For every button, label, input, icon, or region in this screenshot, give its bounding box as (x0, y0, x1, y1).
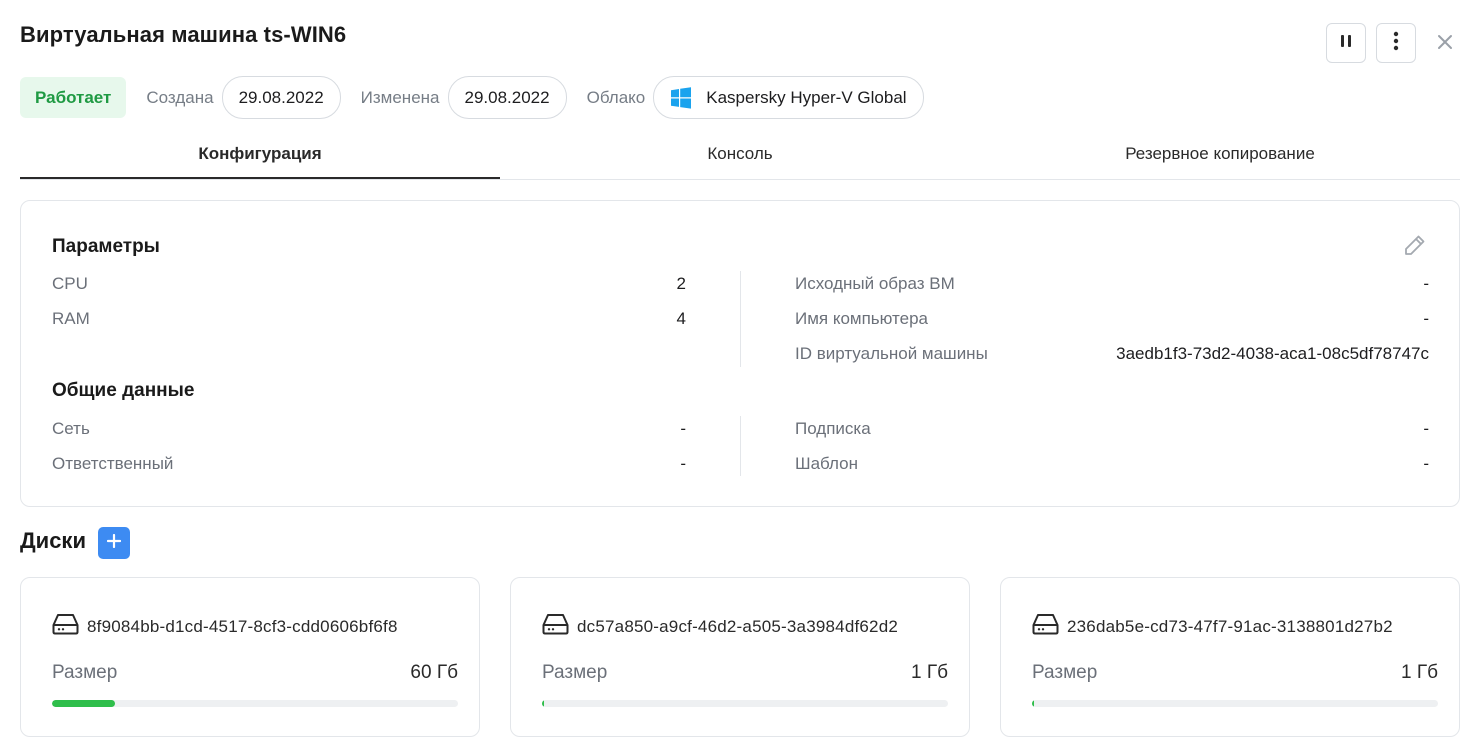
column-divider (740, 416, 741, 476)
param-row-cpu: CPU 2 (52, 272, 686, 296)
param-key: Ответственный (52, 454, 174, 473)
disk-usage-bar (52, 700, 458, 707)
param-value: - (1423, 309, 1429, 328)
disk-size-value: 60 Гб (410, 662, 458, 683)
disk-usage-fill (1032, 700, 1035, 707)
disks-title: Диски (20, 528, 86, 553)
param-key: ID виртуальной машины (795, 344, 988, 363)
disk-usage-fill (542, 700, 545, 707)
param-key: CPU (52, 274, 88, 293)
disk-card[interactable]: 8f9084bb-d1cd-4517-8cf3-cdd0606bf6f8 Раз… (20, 577, 480, 737)
param-value: 3aedb1f3-73d2-4038-aca1-08c5df78747c (1116, 344, 1429, 363)
more-vertical-icon (1393, 31, 1399, 56)
pause-icon (1339, 34, 1353, 53)
disk-size-value: 1 Гб (1400, 662, 1438, 683)
general-data-title: Общие данные (52, 380, 195, 401)
param-key: Сеть (52, 419, 90, 438)
param-key: Подписка (795, 419, 871, 438)
column-divider (740, 271, 741, 367)
pencil-icon (1403, 233, 1427, 262)
param-row-network: Сеть - (52, 417, 686, 441)
param-row-source-image: Исходный образ ВМ - (795, 272, 1429, 296)
param-key: RAM (52, 309, 90, 328)
disk-size-label: Размер (1032, 662, 1098, 683)
disk-id: 8f9084bb-d1cd-4517-8cf3-cdd0606bf6f8 (87, 616, 398, 636)
param-row-owner: Ответственный - (52, 452, 686, 476)
hard-drive-icon (542, 613, 569, 640)
param-row-vm-id: ID виртуальной машины 3aedb1f3-73d2-4038… (795, 342, 1429, 366)
hard-drive-icon (52, 613, 79, 640)
edit-button[interactable] (1401, 233, 1429, 261)
vm-meta-row: Работает Создана 29.08.2022 Изменена 29.… (20, 76, 924, 119)
disk-size-label: Размер (542, 662, 608, 683)
plus-icon (106, 533, 122, 553)
disk-size-label: Размер (52, 662, 118, 683)
pause-button[interactable] (1326, 23, 1366, 63)
tab-console[interactable]: Консоль (500, 130, 980, 179)
disk-size-value: 1 Гб (910, 662, 948, 683)
param-row-computer-name: Имя компьютера - (795, 307, 1429, 331)
close-button[interactable] (1432, 31, 1458, 57)
disk-usage-bar (542, 700, 948, 707)
tab-backup[interactable]: Резервное копирование (980, 130, 1460, 179)
cloud-pill[interactable]: Kaspersky Hyper-V Global (653, 76, 924, 119)
disk-card[interactable]: 236dab5e-cd73-47f7-91ac-3138801d27b2 Раз… (1000, 577, 1460, 737)
param-value: - (1423, 454, 1429, 473)
modified-label: Изменена (360, 87, 440, 107)
param-key: Шаблон (795, 454, 858, 473)
disk-usage-fill (52, 700, 115, 707)
page-title: Виртуальная машина ts-WIN6 (20, 22, 347, 47)
cloud-label: Облако (586, 87, 646, 107)
more-options-button[interactable] (1376, 23, 1416, 63)
param-row-subscription: Подписка - (795, 417, 1429, 441)
hard-drive-icon (1032, 613, 1059, 640)
disk-id: dc57a850-a9cf-46d2-a505-3a3984df62d2 (577, 616, 899, 636)
param-key: Исходный образ ВМ (795, 274, 955, 293)
status-badge: Работает (20, 77, 127, 118)
add-disk-button[interactable] (98, 527, 130, 559)
modified-date-pill: 29.08.2022 (447, 76, 567, 119)
cloud-name: Kaspersky Hyper-V Global (706, 87, 907, 107)
windows-logo-icon (670, 86, 692, 109)
disk-card[interactable]: dc57a850-a9cf-46d2-a505-3a3984df62d2 Раз… (510, 577, 970, 737)
param-value: - (680, 454, 686, 473)
created-date-pill: 29.08.2022 (221, 76, 341, 119)
param-value: - (1423, 419, 1429, 438)
param-value: - (1423, 274, 1429, 293)
param-row-template: Шаблон - (795, 452, 1429, 476)
param-value: 4 (676, 309, 686, 328)
tab-configuration[interactable]: Конфигурация (20, 130, 500, 179)
param-key: Имя компьютера (795, 309, 929, 328)
parameters-card: Параметры CPU 2 RAM 4 Исходный образ ВМ … (20, 200, 1460, 507)
param-value: - (680, 419, 686, 438)
param-value: 2 (676, 274, 686, 293)
disk-usage-bar (1032, 700, 1438, 707)
close-icon (1437, 34, 1453, 55)
param-row-ram: RAM 4 (52, 307, 686, 331)
created-label: Создана (146, 87, 214, 107)
parameters-title: Параметры (52, 236, 160, 257)
tab-bar: Конфигурация Консоль Резервное копирован… (20, 130, 1460, 180)
disk-id: 236dab5e-cd73-47f7-91ac-3138801d27b2 (1067, 616, 1393, 636)
